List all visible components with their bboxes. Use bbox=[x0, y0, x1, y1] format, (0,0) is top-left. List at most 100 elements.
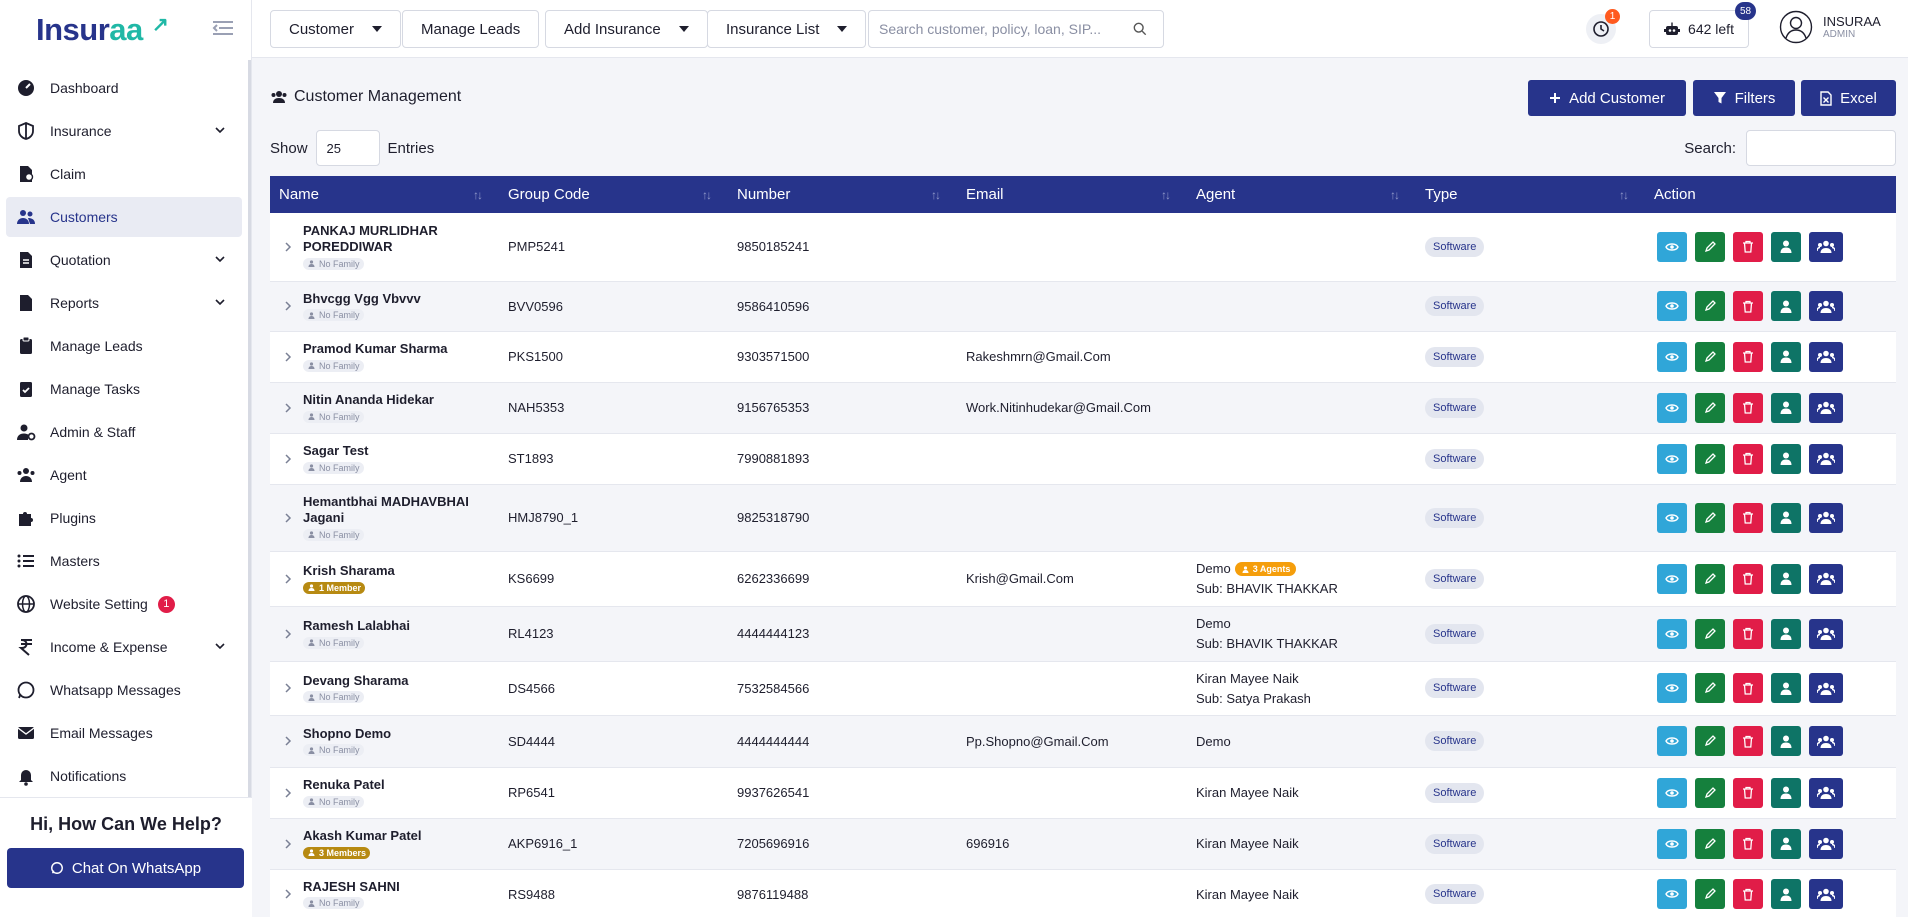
entries-select[interactable]: 25 bbox=[315, 130, 380, 166]
sidebar-item-quotation[interactable]: Quotation bbox=[6, 240, 242, 280]
chevron-right-icon[interactable] bbox=[283, 573, 293, 585]
customer-profile-button[interactable] bbox=[1771, 502, 1801, 533]
customer-name[interactable]: Devang Sharama bbox=[303, 673, 499, 689]
edit-button[interactable] bbox=[1695, 673, 1725, 703]
customer-name[interactable]: RAJESH SAHNI bbox=[303, 879, 499, 895]
view-button[interactable] bbox=[1657, 828, 1687, 859]
customer-name[interactable]: Ramesh Lalabhai bbox=[303, 618, 499, 634]
customer-name[interactable]: Bhvcgg Vgg Vbvvv bbox=[303, 291, 499, 307]
manage-leads-button[interactable]: Manage Leads bbox=[402, 10, 540, 48]
sidebar-item-reports[interactable]: Reports bbox=[6, 283, 242, 323]
chevron-down-icon[interactable] bbox=[214, 124, 226, 136]
sidebar-item-manage-tasks[interactable]: Manage Tasks bbox=[6, 369, 242, 409]
sort-icon[interactable]: ↑↓ bbox=[1161, 188, 1171, 202]
sidebar-item-whatsapp-messages[interactable]: Whatsapp Messages bbox=[6, 670, 242, 710]
delete-button[interactable] bbox=[1733, 502, 1763, 533]
edit-button[interactable] bbox=[1695, 726, 1725, 756]
table-row[interactable]: Renuka Patel No Family RP6541 9937626541… bbox=[270, 767, 1896, 818]
table-row[interactable]: Nitin Ananda Hidekar No Family NAH5353 9… bbox=[270, 382, 1896, 433]
credits-button[interactable]: 642 left 58 bbox=[1649, 2, 1756, 48]
customer-name[interactable]: Renuka Patel bbox=[303, 777, 499, 793]
view-button[interactable] bbox=[1657, 563, 1687, 594]
family-members-button[interactable] bbox=[1809, 443, 1843, 474]
delete-button[interactable] bbox=[1733, 618, 1763, 649]
table-search-input[interactable] bbox=[1746, 130, 1896, 166]
family-members-button[interactable] bbox=[1809, 392, 1843, 423]
customer-name[interactable]: Akash Kumar Patel bbox=[303, 828, 499, 844]
customer-profile-button[interactable] bbox=[1771, 291, 1801, 321]
family-members-button[interactable] bbox=[1809, 879, 1843, 909]
sidebar-item-email-messages[interactable]: Email Messages bbox=[6, 713, 242, 753]
family-members-button[interactable] bbox=[1809, 828, 1843, 859]
sidebar-item-masters[interactable]: Masters bbox=[6, 541, 242, 581]
table-row[interactable]: RAJESH SAHNI No Family RS9488 9876119488… bbox=[270, 869, 1896, 917]
view-button[interactable] bbox=[1657, 502, 1687, 533]
customer-name[interactable]: PANKAJ MURLIDHAR POREDDIWAR bbox=[303, 223, 499, 255]
chevron-right-icon[interactable] bbox=[283, 512, 293, 524]
edit-button[interactable] bbox=[1695, 879, 1725, 909]
sort-icon[interactable]: ↑↓ bbox=[1619, 188, 1629, 202]
edit-button[interactable] bbox=[1695, 231, 1725, 262]
sidebar-item-agent[interactable]: Agent bbox=[6, 455, 242, 495]
chevron-right-icon[interactable] bbox=[283, 735, 293, 747]
delete-button[interactable] bbox=[1733, 563, 1763, 594]
sidebar-item-income-and-expense[interactable]: Income & Expense bbox=[6, 627, 242, 667]
view-button[interactable] bbox=[1657, 443, 1687, 474]
edit-button[interactable] bbox=[1695, 392, 1725, 423]
search-icon[interactable] bbox=[1133, 22, 1147, 36]
chevron-right-icon[interactable] bbox=[283, 787, 293, 799]
sort-icon[interactable]: ↑↓ bbox=[1390, 188, 1400, 202]
header-group-code[interactable]: Group Code ↑↓ bbox=[499, 176, 728, 213]
table-row[interactable]: Krish Sharama 1 Member KS6699 6262336699… bbox=[270, 551, 1896, 606]
chevron-down-icon[interactable] bbox=[214, 296, 226, 308]
sort-icon[interactable]: ↑↓ bbox=[702, 188, 712, 202]
table-row[interactable]: Hemantbhai MADHAVBHAI Jagani No Family H… bbox=[270, 484, 1896, 551]
customer-profile-button[interactable] bbox=[1771, 563, 1801, 594]
family-members-button[interactable] bbox=[1809, 231, 1843, 262]
edit-button[interactable] bbox=[1695, 443, 1725, 474]
edit-button[interactable] bbox=[1695, 618, 1725, 649]
view-button[interactable] bbox=[1657, 392, 1687, 423]
table-row[interactable]: Sagar Test No Family ST1893 7990881893 S… bbox=[270, 433, 1896, 484]
chevron-right-icon[interactable] bbox=[283, 351, 293, 363]
customer-name[interactable]: Krish Sharama bbox=[303, 563, 499, 579]
family-members-button[interactable] bbox=[1809, 502, 1843, 533]
sort-icon[interactable]: ↑↓ bbox=[473, 188, 483, 202]
family-members-button[interactable] bbox=[1809, 673, 1843, 703]
delete-button[interactable] bbox=[1733, 777, 1763, 808]
customer-profile-button[interactable] bbox=[1771, 341, 1801, 372]
family-members-button[interactable] bbox=[1809, 291, 1843, 321]
table-row[interactable]: Pramod Kumar Sharma No Family PKS1500 93… bbox=[270, 331, 1896, 382]
delete-button[interactable] bbox=[1733, 392, 1763, 423]
chevron-right-icon[interactable] bbox=[283, 838, 293, 850]
customer-name[interactable]: Nitin Ananda Hidekar bbox=[303, 392, 499, 408]
excel-button[interactable]: Excel bbox=[1801, 80, 1896, 116]
customer-profile-button[interactable] bbox=[1771, 726, 1801, 756]
customer-name[interactable]: Shopno Demo bbox=[303, 726, 499, 742]
user-menu[interactable]: INSURAA ADMIN bbox=[1779, 10, 1881, 44]
customer-name[interactable]: Sagar Test bbox=[303, 443, 499, 459]
sort-icon[interactable]: ↑↓ bbox=[931, 188, 941, 202]
family-members-button[interactable] bbox=[1809, 563, 1843, 594]
chevron-right-icon[interactable] bbox=[283, 241, 293, 253]
table-row[interactable]: Devang Sharama No Family DS4566 75325845… bbox=[270, 661, 1896, 715]
table-row[interactable]: Bhvcgg Vgg Vbvvv No Family BVV0596 95864… bbox=[270, 281, 1896, 331]
edit-button[interactable] bbox=[1695, 341, 1725, 372]
sidebar-item-customers[interactable]: Customers bbox=[6, 197, 242, 237]
view-button[interactable] bbox=[1657, 726, 1687, 756]
chevron-right-icon[interactable] bbox=[283, 628, 293, 640]
customer-profile-button[interactable] bbox=[1771, 879, 1801, 909]
delete-button[interactable] bbox=[1733, 673, 1763, 703]
customer-profile-button[interactable] bbox=[1771, 443, 1801, 474]
view-button[interactable] bbox=[1657, 231, 1687, 262]
edit-button[interactable] bbox=[1695, 502, 1725, 533]
customer-profile-button[interactable] bbox=[1771, 618, 1801, 649]
chevron-right-icon[interactable] bbox=[283, 453, 293, 465]
customer-profile-button[interactable] bbox=[1771, 777, 1801, 808]
view-button[interactable] bbox=[1657, 777, 1687, 808]
view-button[interactable] bbox=[1657, 341, 1687, 372]
add-insurance-button[interactable]: Add Insurance bbox=[545, 10, 708, 48]
header-type[interactable]: Type ↑↓ bbox=[1416, 176, 1645, 213]
edit-button[interactable] bbox=[1695, 828, 1725, 859]
customer-profile-button[interactable] bbox=[1771, 828, 1801, 859]
